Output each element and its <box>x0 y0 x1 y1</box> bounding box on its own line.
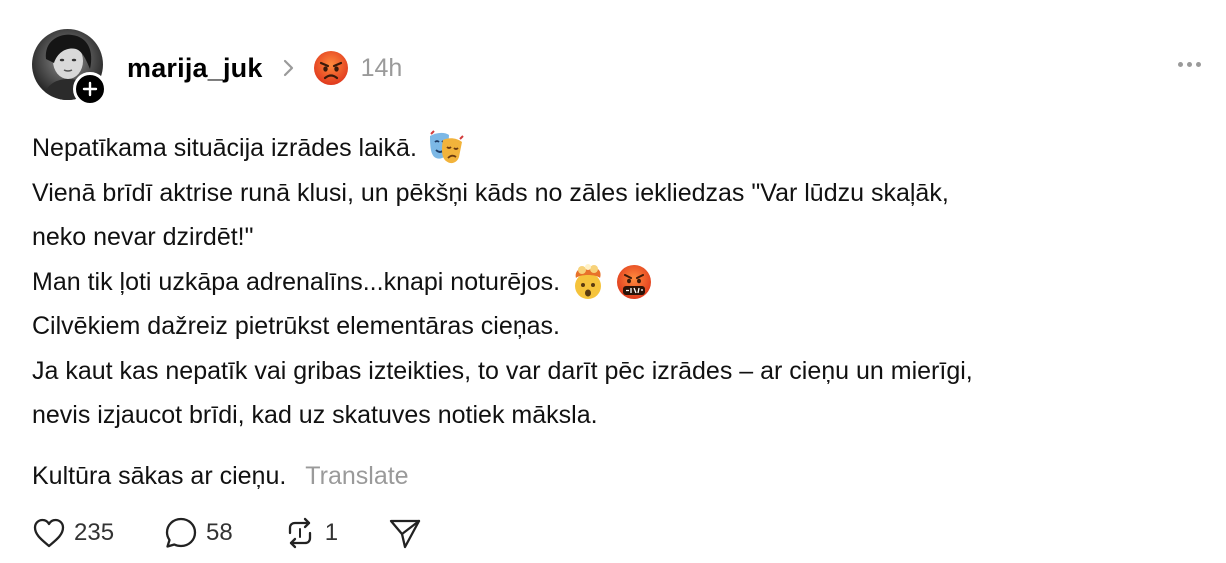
face-with-symbols-emoji-icon <box>616 264 652 300</box>
username[interactable]: marija_juk <box>127 53 263 84</box>
chevron-right-icon <box>283 58 295 78</box>
plus-icon <box>82 81 98 97</box>
thread-post: marija_juk 14h Nepatīkama situācija izrā… <box>0 0 1226 563</box>
post-line: neko nevar dzirdēt!" <box>32 223 254 251</box>
post-line: Cilvēkiem dažreiz pietrūkst elementāras … <box>32 312 560 340</box>
more-options-icon[interactable] <box>1178 62 1201 67</box>
comment-bubble-icon <box>165 517 197 548</box>
post-line: Nepatīkama situācija izrādes laikā. <box>32 126 1202 171</box>
performing-arts-emoji-icon <box>427 130 465 166</box>
post-line: Ja kaut kas nepatīk vai gribas izteiktie… <box>32 356 973 385</box>
post-body: Nepatīkama situācija izrādes laikā. Vien… <box>32 126 1202 498</box>
share-button[interactable] <box>388 516 422 550</box>
post-actions: 235 58 1 <box>32 513 422 553</box>
repost-icon <box>288 517 311 549</box>
post-line: Vienā brīdī aktrise runā klusi, un pēkšņ… <box>32 178 949 207</box>
post-time: 14h <box>360 53 403 82</box>
reply-button[interactable]: 58 <box>164 516 233 550</box>
send-icon <box>389 519 421 549</box>
follow-button[interactable] <box>73 72 107 106</box>
reply-count: 58 <box>206 519 233 546</box>
heart-icon <box>33 518 65 548</box>
exploding-head-emoji-icon <box>570 263 606 300</box>
repost-button[interactable]: 1 <box>283 516 338 550</box>
post-closing-line: Kultūra sākas ar cieņu. Translate <box>32 454 1202 499</box>
post-line: Man tik ļoti uzkāpa adrenalīns...knapi n… <box>32 260 1202 305</box>
post-header: marija_juk 14h <box>127 48 402 88</box>
repost-count: 1 <box>324 519 339 546</box>
like-button[interactable]: 235 <box>32 517 114 549</box>
like-count: 235 <box>74 519 115 546</box>
post-line: nevis izjaucot brīdi, kad uz skatuves no… <box>32 401 598 429</box>
translate-link[interactable]: Translate <box>305 454 408 499</box>
angry-face-emoji-icon <box>313 50 349 86</box>
